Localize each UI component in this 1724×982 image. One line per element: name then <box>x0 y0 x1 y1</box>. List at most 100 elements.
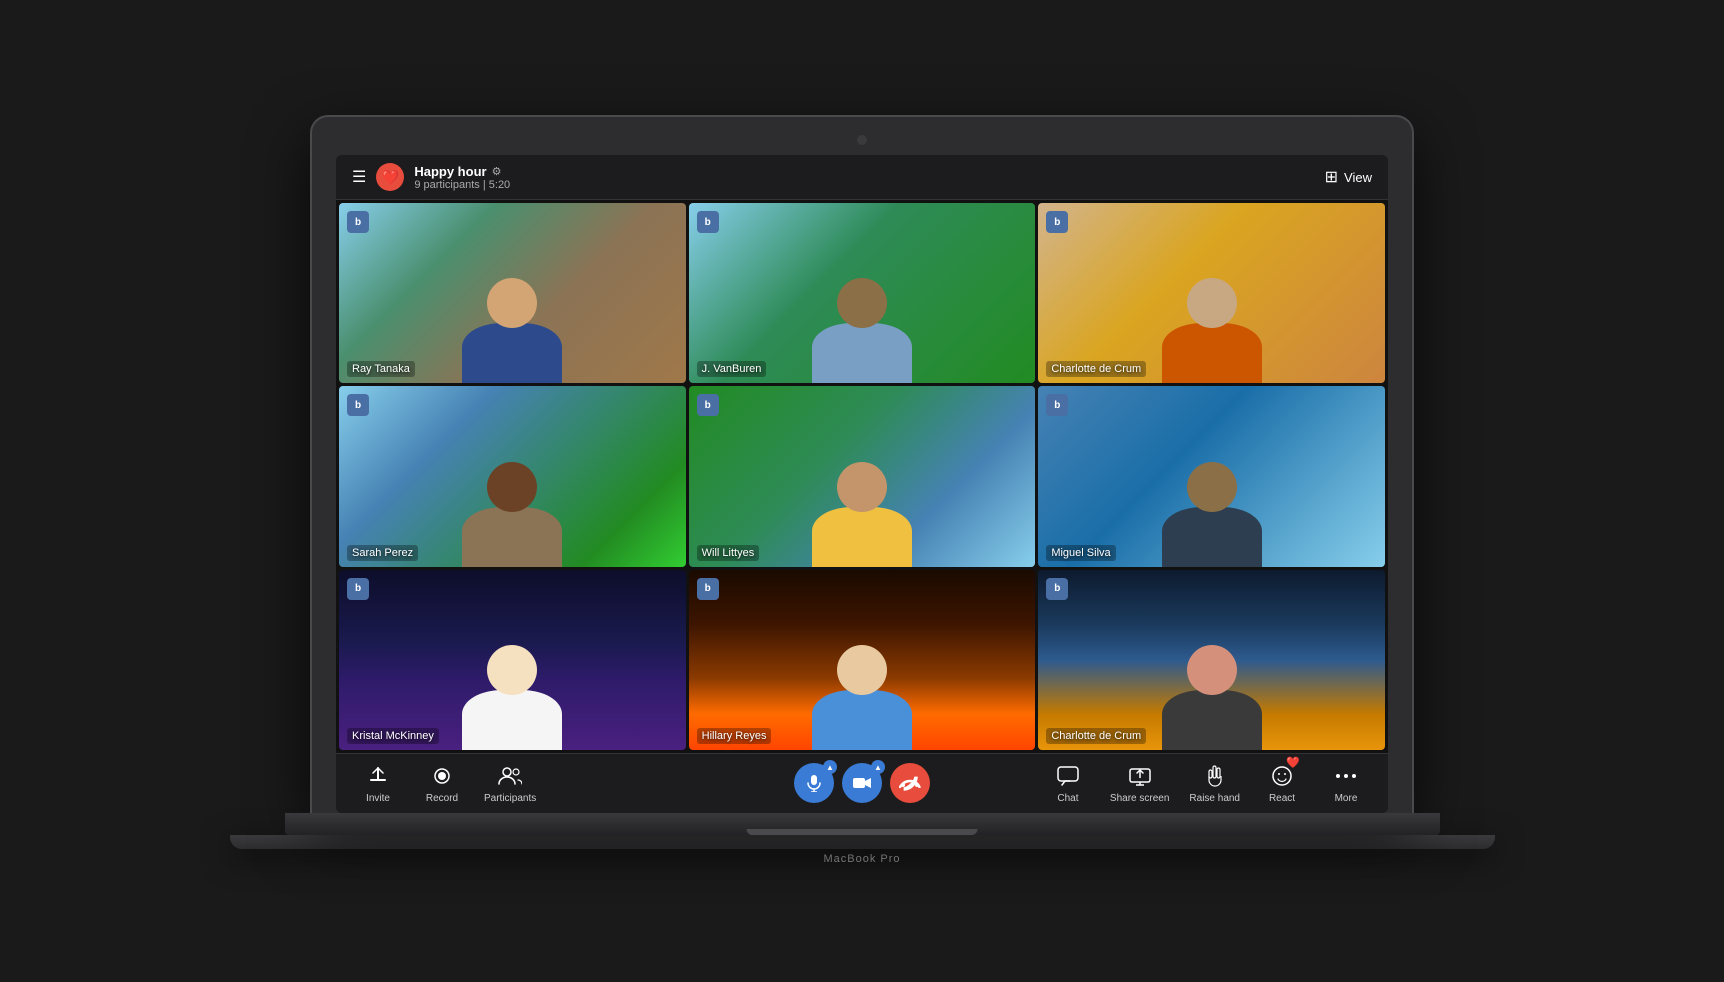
raise-hand-icon <box>1201 762 1229 790</box>
person-body-1 <box>462 323 562 383</box>
chat-icon <box>1054 762 1082 790</box>
invite-button[interactable]: Invite <box>356 762 400 804</box>
bing-badge-2: b <box>697 211 719 233</box>
bing-badge-7: b <box>347 578 369 600</box>
figure-miguel <box>1162 462 1262 567</box>
react-button[interactable]: ❤️ React <box>1260 762 1304 804</box>
participant-name-6: Miguel Silva <box>1046 545 1115 561</box>
toolbar: Invite Record <box>336 753 1388 813</box>
chat-button[interactable]: Chat <box>1046 762 1090 804</box>
meeting-header: ☰ ❤️ Happy hour ⚙ 9 participants | 5:20 <box>336 155 1388 200</box>
figure-charlotte1 <box>1162 278 1262 383</box>
share-screen-label: Share screen <box>1110 793 1169 804</box>
hamburger-icon[interactable]: ☰ <box>352 167 366 187</box>
meeting-title: Happy hour ⚙ <box>414 164 510 179</box>
meeting-info: Happy hour ⚙ 9 participants | 5:20 <box>414 164 510 191</box>
invite-label: Invite <box>366 793 390 804</box>
person-head-3 <box>1187 278 1237 328</box>
participant-name-7: Kristal McKinney <box>347 728 439 744</box>
more-label: More <box>1335 793 1358 804</box>
participant-name-4: Sarah Perez <box>347 545 418 561</box>
toolbar-right: Chat Share screen <box>1046 762 1368 804</box>
person-head-4 <box>487 462 537 512</box>
video-tile-1: b Ray Tanaka <box>339 203 686 383</box>
figure-kristal <box>462 645 562 750</box>
react-label: React <box>1269 793 1295 804</box>
person-head-7 <box>487 645 537 695</box>
figure-will <box>812 462 912 567</box>
participant-name-3: Charlotte de Crum <box>1046 361 1146 377</box>
person-body-2 <box>812 323 912 383</box>
video-tile-3: b Charlotte de Crum <box>1038 203 1385 383</box>
person-body-6 <box>1162 507 1262 567</box>
video-grid: b Ray Tanaka b J. VanBuren <box>336 200 1388 753</box>
person-body-7 <box>462 690 562 750</box>
bing-badge-5: b <box>697 394 719 416</box>
bing-badge-9: b <box>1046 578 1068 600</box>
meeting-name: Happy hour <box>414 164 486 179</box>
toolbar-center: ▲ ▲ <box>794 763 930 803</box>
participant-name-5: Will Littyes <box>697 545 760 561</box>
chat-label: Chat <box>1057 793 1078 804</box>
laptop-bottom <box>230 835 1495 849</box>
person-head-9 <box>1187 645 1237 695</box>
person-head-8 <box>837 645 887 695</box>
mic-expand-icon[interactable]: ▲ <box>823 760 837 774</box>
bing-badge-3: b <box>1046 211 1068 233</box>
video-tile-5: b Will Littyes <box>689 386 1036 566</box>
video-tile-8: b Hillary Reyes <box>689 570 1036 750</box>
laptop-base <box>285 813 1440 835</box>
figure-sarah <box>462 462 562 567</box>
video-tile-4: b Sarah Perez <box>339 386 686 566</box>
person-body-5 <box>812 507 912 567</box>
bing-badge-1: b <box>347 211 369 233</box>
participant-name-8: Hillary Reyes <box>697 728 772 744</box>
video-tile-6: b Miguel Silva <box>1038 386 1385 566</box>
raise-hand-button[interactable]: Raise hand <box>1189 762 1240 804</box>
participant-name-2: J. VanBuren <box>697 361 767 377</box>
figure-vanburen <box>812 278 912 383</box>
end-call-button[interactable] <box>890 763 930 803</box>
video-tile-7: b Kristal McKinney <box>339 570 686 750</box>
more-button[interactable]: More <box>1324 762 1368 804</box>
laptop-screen: ☰ ❤️ Happy hour ⚙ 9 participants | 5:20 <box>336 155 1388 813</box>
person-head-6 <box>1187 462 1237 512</box>
record-button[interactable]: Record <box>420 762 464 804</box>
participants-icon <box>496 762 524 790</box>
invite-icon <box>364 762 392 790</box>
bing-badge-4: b <box>347 394 369 416</box>
person-head-1 <box>487 278 537 328</box>
laptop-wrapper: ☰ ❤️ Happy hour ⚙ 9 participants | 5:20 <box>312 117 1412 865</box>
react-icon: ❤️ <box>1268 762 1296 790</box>
laptop-screen-outer: ☰ ❤️ Happy hour ⚙ 9 participants | 5:20 <box>312 117 1412 813</box>
video-tile-2: b J. VanBuren <box>689 203 1036 383</box>
person-body-4 <box>462 507 562 567</box>
participant-name-9: Charlotte de Crum <box>1046 728 1146 744</box>
raise-hand-label: Raise hand <box>1189 793 1240 804</box>
figure-ray <box>462 278 562 383</box>
react-emoji: ❤️ <box>1286 756 1300 769</box>
record-icon <box>428 762 456 790</box>
header-left: ☰ ❤️ Happy hour ⚙ 9 participants | 5:20 <box>352 163 510 191</box>
person-head-2 <box>837 278 887 328</box>
record-label: Record <box>426 793 458 804</box>
meeting-emoji: ❤️ <box>376 163 404 191</box>
bing-badge-8: b <box>697 578 719 600</box>
participant-name-1: Ray Tanaka <box>347 361 415 377</box>
share-screen-icon <box>1126 762 1154 790</box>
settings-icon[interactable]: ⚙ <box>492 165 502 178</box>
grid-view-icon: ⊞ <box>1325 167 1338 187</box>
person-body-8 <box>812 690 912 750</box>
person-body-3 <box>1162 323 1262 383</box>
toolbar-left: Invite Record <box>356 762 536 804</box>
macbook-label: MacBook Pro <box>823 853 900 865</box>
person-body-9 <box>1162 690 1262 750</box>
view-button[interactable]: ⊞ View <box>1325 167 1372 187</box>
figure-hillary <box>812 645 912 750</box>
cam-expand-icon[interactable]: ▲ <box>871 760 885 774</box>
figure-charlotte2 <box>1162 645 1262 750</box>
bing-badge-6: b <box>1046 394 1068 416</box>
participants-button[interactable]: Participants <box>484 762 536 804</box>
person-head-5 <box>837 462 887 512</box>
share-screen-button[interactable]: Share screen <box>1110 762 1169 804</box>
